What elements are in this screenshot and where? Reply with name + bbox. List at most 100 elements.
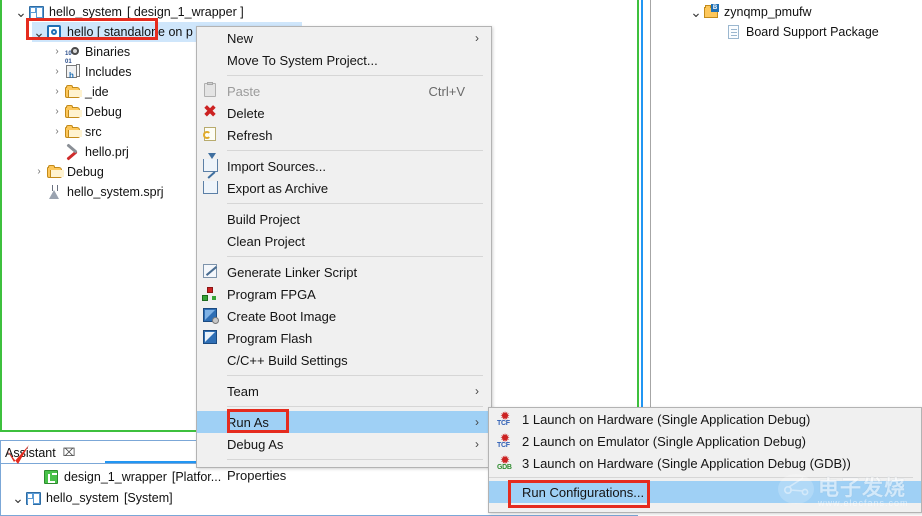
- submenu-item-label: 2 Launch on Emulator (Single Application…: [522, 433, 807, 449]
- menu-separator: [227, 406, 483, 407]
- linker-icon: [197, 262, 227, 282]
- menu-icon-blank: [197, 209, 227, 229]
- tree-item-hello-system[interactable]: ⌄ hello_system [ design_1_wrapper ]: [14, 2, 244, 22]
- tree-item-label: hello_system: [46, 491, 119, 505]
- menu-item-program-flash[interactable]: Program Flash: [197, 327, 491, 349]
- menu-item-import-sources[interactable]: Import Sources...: [197, 153, 491, 177]
- submenu-separator: [489, 477, 913, 478]
- menu-item-c-c++-build-settings[interactable]: C/C++ Build Settings: [197, 349, 491, 371]
- system-project-icon: [46, 184, 64, 200]
- launch-badge: TCF: [497, 420, 510, 427]
- folder-icon: [64, 124, 82, 140]
- paste-icon: [197, 81, 227, 101]
- menu-item-label: Generate Linker Script: [227, 264, 358, 280]
- chevron-right-icon[interactable]: ›: [32, 162, 46, 182]
- menu-item-label: Build Project: [227, 211, 300, 227]
- menu-separator: [227, 203, 483, 204]
- chevron-right-icon: ›: [475, 384, 479, 398]
- menu-item-export-as-archive[interactable]: Export as Archive: [197, 177, 491, 199]
- menu-item-clean-project[interactable]: Clean Project: [197, 230, 491, 252]
- menu-item-team[interactable]: Team ›: [197, 380, 491, 402]
- chevron-down-icon[interactable]: ⌄: [32, 25, 46, 39]
- tree-item-zynqmp-pmufw[interactable]: ⌄ zynqmp_pmufw: [689, 2, 812, 22]
- menu-item-label: Clean Project: [227, 233, 306, 249]
- chip-icon: [46, 24, 64, 40]
- tree-item-board-support-package[interactable]: Board Support Package: [711, 22, 879, 42]
- menu-icon-blank: [197, 412, 227, 432]
- menu-item-label: Create Boot Image: [227, 308, 337, 324]
- tree-item-label: design_1_wrapper: [64, 470, 167, 484]
- gdb-launch-icon: ✹ GDB: [489, 453, 522, 473]
- close-icon[interactable]: ⌧: [63, 446, 76, 459]
- tab-assistant[interactable]: Assistant ⌧: [5, 442, 75, 463]
- menu-item-label: Team: [227, 383, 259, 399]
- submenu-item-label: 1 Launch on Hardware (Single Application…: [522, 411, 811, 427]
- menu-item-delete[interactable]: ✖ Delete: [197, 102, 491, 124]
- menu-item-refresh[interactable]: Refresh: [197, 124, 491, 146]
- tree-item-label: Debug: [67, 165, 104, 179]
- chevron-right-icon[interactable]: ›: [50, 102, 64, 122]
- tree-item-includes[interactable]: › Includes: [50, 62, 132, 86]
- secondary-explorer-panel: ⌄ zynqmp_pmufw Board Support Package: [651, 0, 922, 432]
- menu-item-program-fpga[interactable]: Program FPGA: [197, 283, 491, 305]
- tree-item-label: zynqmp_pmufw: [724, 5, 812, 19]
- menu-item-label: Delete: [227, 105, 265, 121]
- menu-icon-blank: [197, 434, 227, 454]
- folder-icon: [64, 84, 82, 100]
- tree-item-label: Debug: [85, 105, 122, 119]
- menu-item-label: Export as Archive: [227, 180, 329, 196]
- tree-item-label: Binaries: [85, 45, 131, 59]
- tree-item-hello-system-sprj[interactable]: hello_system.sprj: [32, 182, 164, 202]
- menu-item-new[interactable]: New ›: [197, 27, 491, 49]
- menu-item-create-boot-image[interactable]: Create Boot Image: [197, 305, 491, 327]
- tree-item-hello-prj[interactable]: hello.prj: [50, 142, 129, 162]
- tree-item-label: src: [85, 125, 102, 139]
- submenu-item-2-launch-on-emulator-single-application-debug[interactable]: ✹ TCF 2 Launch on Emulator (Single Applica…: [489, 430, 921, 452]
- tree-item-src[interactable]: › src: [50, 122, 102, 142]
- chevron-right-icon[interactable]: ›: [50, 122, 64, 142]
- menu-item-move-to-system-project[interactable]: Move To System Project...: [197, 49, 491, 71]
- tree-item-debug[interactable]: › Debug: [32, 162, 104, 182]
- menu-item-label: New: [227, 30, 254, 46]
- menu-item-label: Import Sources...: [227, 158, 326, 174]
- run-as-submenu[interactable]: ✹ TCF 1 Launch on Hardware (Single Applica…: [488, 407, 922, 513]
- folder-icon: [46, 164, 64, 180]
- launch-badge: TCF: [497, 442, 510, 449]
- chevron-down-icon[interactable]: ⌄: [689, 5, 703, 19]
- tree-item-hello-system[interactable]: ⌄ hello_system [System]: [11, 488, 173, 508]
- project-context-menu[interactable]: New › Move To System Project... Paste Ctrl+V…: [196, 26, 492, 483]
- menu-separator: [227, 256, 483, 257]
- submenu-item-run-configurations[interactable]: Run Configurations...: [489, 481, 921, 503]
- menu-item-label: C/C++ Build Settings: [227, 352, 348, 368]
- chevron-down-icon[interactable]: ⌄: [11, 491, 25, 505]
- chevron-right-icon[interactable]: ›: [50, 62, 64, 82]
- menu-icon-blank: [197, 465, 227, 485]
- chevron-right-icon[interactable]: ›: [50, 82, 64, 102]
- menu-item-label: Paste: [227, 83, 261, 99]
- menu-item-run-as[interactable]: Run As ›: [197, 411, 491, 433]
- panel-sash-green: [637, 0, 639, 432]
- menu-icon-blank: [197, 50, 227, 70]
- submenu-item-1-launch-on-hardware-single-application-debug[interactable]: ✹ TCF 1 Launch on Hardware (Single Applica…: [489, 408, 921, 430]
- chevron-down-icon[interactable]: ⌄: [14, 5, 28, 19]
- tree-item-debug[interactable]: › Debug: [50, 102, 122, 122]
- screenshot-root: ⌄ hello_system[ design_1_wrapper ] ⌄ hello …: [0, 0, 922, 516]
- menu-item-paste: Paste Ctrl+V: [197, 80, 491, 102]
- submenu-icon-blank: [489, 482, 522, 502]
- menu-item-debug-as[interactable]: Debug As ›: [197, 433, 491, 455]
- chevron-right-icon[interactable]: ›: [50, 42, 64, 62]
- menu-icon-blank: [197, 381, 227, 401]
- tree-item-binaries[interactable]: › Binaries: [50, 42, 131, 72]
- menu-icon-blank: [197, 28, 227, 48]
- panel-sash-blue[interactable]: [641, 0, 643, 432]
- flash-icon: [197, 328, 227, 348]
- menu-item-build-project[interactable]: Build Project: [197, 208, 491, 230]
- menu-item-properties[interactable]: Properties: [197, 464, 491, 486]
- platform-icon: [43, 469, 61, 485]
- submenu-item-3-launch-on-hardware-single-application-debug-gdb[interactable]: ✹ GDB 3 Launch on Hardware (Single Applica…: [489, 452, 921, 474]
- tree-item-label: hello_system: [49, 5, 122, 19]
- menu-item-label: Program FPGA: [227, 286, 316, 302]
- tree-item--ide[interactable]: › _ide: [50, 82, 109, 102]
- menu-item-generate-linker-script[interactable]: Generate Linker Script: [197, 261, 491, 283]
- submenu-item-label: Run Configurations...: [522, 484, 645, 500]
